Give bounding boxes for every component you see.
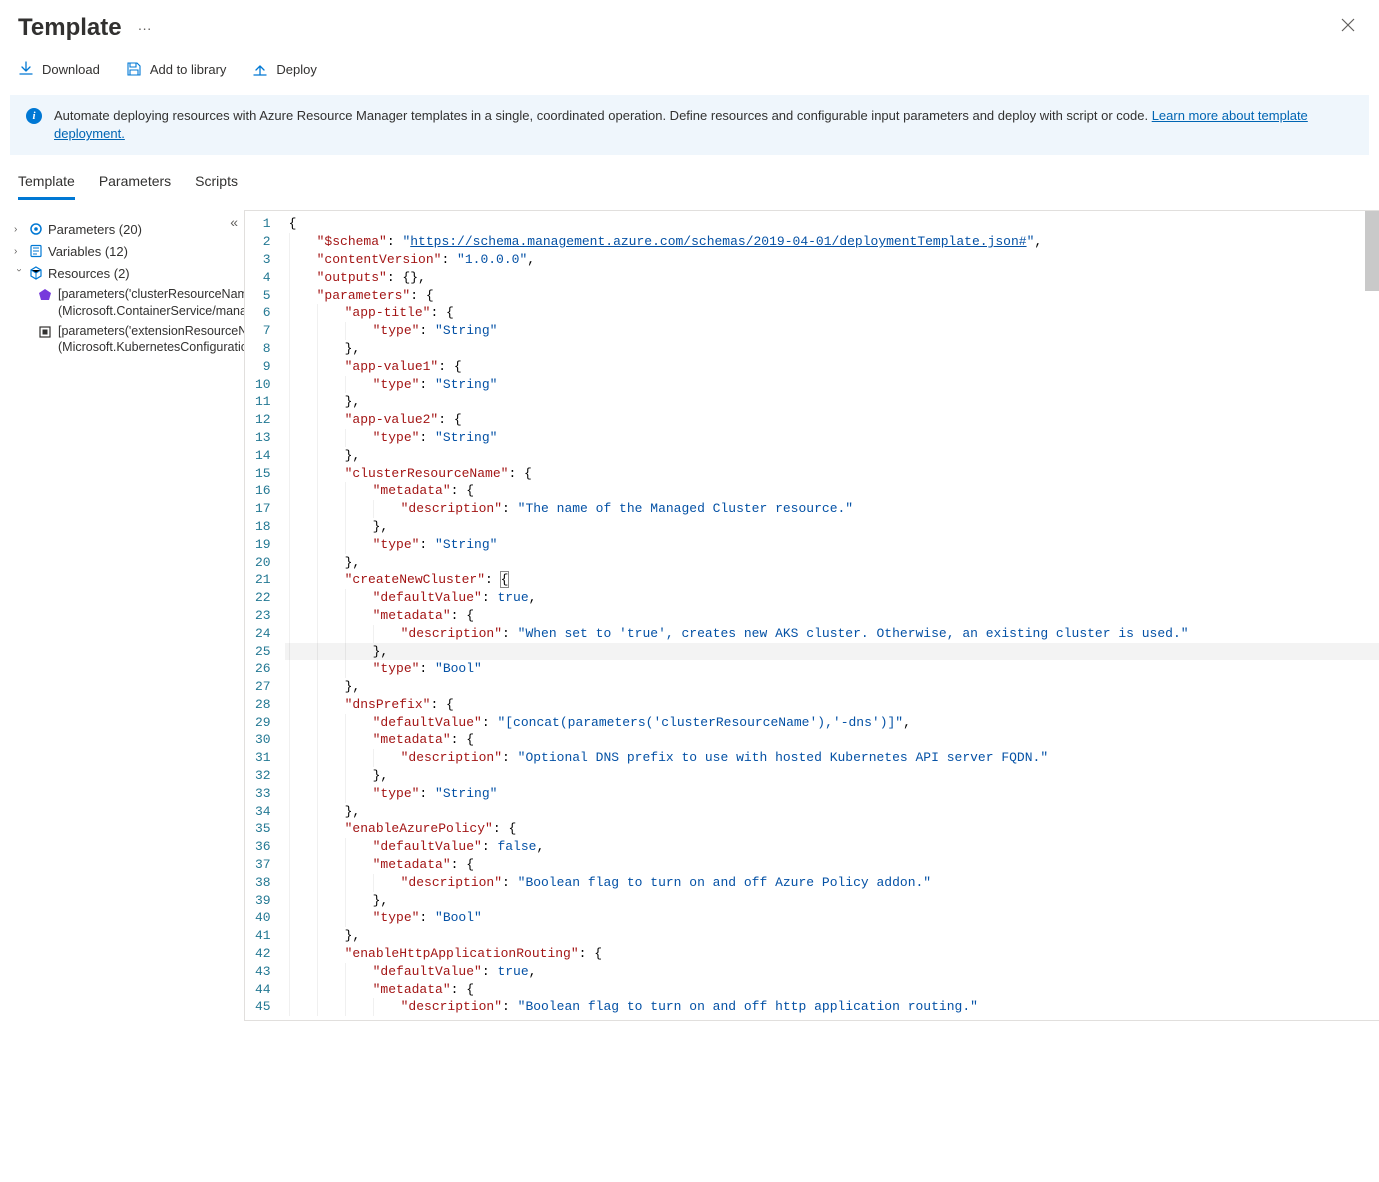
scrollbar-thumb[interactable] — [1365, 211, 1379, 291]
tab-parameters[interactable]: Parameters — [99, 173, 171, 200]
variables-icon — [28, 243, 44, 259]
deploy-icon — [252, 61, 268, 77]
tree-panel: « › Parameters (20) › Variables (12) › R… — [0, 210, 244, 1021]
more-actions-button[interactable]: ··· — [134, 16, 156, 40]
tab-scripts[interactable]: Scripts — [195, 173, 238, 200]
download-label: Download — [42, 62, 100, 77]
tree-resource-item[interactable]: [parameters('extensionResourceNa(Microso… — [38, 321, 244, 358]
add-to-library-label: Add to library — [150, 62, 227, 77]
page-title: Template — [18, 14, 122, 42]
download-button[interactable]: Download — [14, 57, 104, 81]
close-button[interactable] — [1335, 12, 1361, 43]
tree-label: Parameters (20) — [48, 222, 142, 237]
chevron-right-icon: › — [14, 224, 24, 235]
tree-label: Resources (2) — [48, 266, 130, 281]
tree-label: Variables (12) — [48, 244, 128, 259]
collapse-panel-button[interactable]: « — [230, 214, 238, 230]
chevron-down-icon: › — [14, 268, 25, 278]
tab-template[interactable]: Template — [18, 173, 75, 200]
tree-node-resources[interactable]: › Resources (2) — [14, 262, 244, 284]
tree-node-parameters[interactable]: › Parameters (20) — [14, 218, 244, 240]
tree-node-variables[interactable]: › Variables (12) — [14, 240, 244, 262]
cluster-icon — [38, 288, 52, 302]
add-to-library-button[interactable]: Add to library — [122, 57, 231, 81]
download-icon — [18, 61, 34, 77]
resource-label: [parameters('extensionResourceNa(Microso… — [58, 323, 244, 356]
line-numbers: 1234567891011121314151617181920212223242… — [245, 211, 285, 1020]
close-icon — [1341, 18, 1355, 32]
extension-icon — [38, 325, 52, 339]
info-banner: i Automate deploying resources with Azur… — [10, 95, 1369, 155]
deploy-label: Deploy — [276, 62, 316, 77]
chevron-right-icon: › — [14, 246, 24, 257]
resources-icon — [28, 265, 44, 281]
resource-label: [parameters('clusterResourceName(Microso… — [58, 286, 244, 319]
code-editor[interactable]: 1234567891011121314151617181920212223242… — [244, 210, 1379, 1021]
tree-resource-item[interactable]: [parameters('clusterResourceName(Microso… — [38, 284, 244, 321]
deploy-button[interactable]: Deploy — [248, 57, 320, 81]
parameters-icon — [28, 221, 44, 237]
code-content[interactable]: {"$schema": "https://schema.management.a… — [285, 211, 1379, 1020]
banner-text: Automate deploying resources with Azure … — [54, 108, 1152, 123]
save-icon — [126, 61, 142, 77]
info-icon: i — [26, 108, 42, 124]
